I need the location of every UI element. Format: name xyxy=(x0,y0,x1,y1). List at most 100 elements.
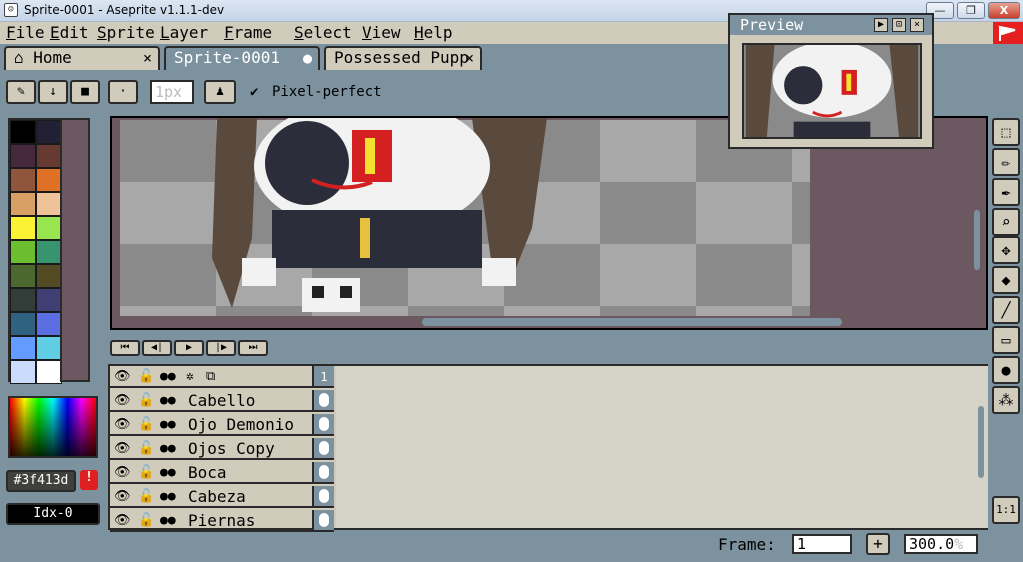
palette-swatch[interactable] xyxy=(10,144,36,168)
palette-swatch[interactable] xyxy=(36,120,62,144)
tab-possessed-puppet[interactable]: Possessed Pupp × xyxy=(324,46,482,70)
palette-scrollbar[interactable] xyxy=(60,118,90,382)
palette-swatch[interactable] xyxy=(10,192,36,216)
frame-input[interactable]: 1 xyxy=(792,534,852,554)
eye-icon[interactable]: 👁 xyxy=(114,392,131,410)
blur-icon[interactable]: ● xyxy=(992,356,1020,384)
paint-bucket-icon[interactable]: ◆ xyxy=(992,266,1020,294)
flag-icon[interactable] xyxy=(993,22,1023,44)
lock-icon[interactable]: 🔓 xyxy=(138,416,154,434)
eye-icon[interactable]: 👁 xyxy=(114,512,131,530)
cel[interactable] xyxy=(312,486,334,508)
palette-swatch[interactable] xyxy=(36,360,62,384)
warning-icon[interactable]: ! xyxy=(80,470,98,490)
continuous-icon[interactable]: ●● xyxy=(160,440,176,458)
frame-header[interactable]: 1 xyxy=(312,366,334,388)
timeline-scrollbar[interactable] xyxy=(978,406,984,478)
palette-swatch[interactable] xyxy=(10,216,36,240)
palette-swatch[interactable] xyxy=(10,240,36,264)
cel[interactable] xyxy=(312,462,334,484)
cel[interactable] xyxy=(312,438,334,460)
tab-home[interactable]: ⌂ Home × xyxy=(4,46,160,70)
zoom-icon[interactable]: ⌕ xyxy=(992,208,1020,236)
dot-brush-icon[interactable]: · xyxy=(108,80,138,104)
palette-swatch[interactable] xyxy=(10,288,36,312)
lock-icon[interactable]: 🔓 xyxy=(138,464,154,482)
visibility-header-icon[interactable]: 👁 xyxy=(114,368,131,386)
layer-row[interactable]: 👁 🔓 ●● Ojos Copy xyxy=(110,438,332,460)
menu-frame[interactable]: Frame xyxy=(224,22,272,44)
preview-zoom-icon[interactable]: ⊡ xyxy=(892,18,906,32)
tab-modified-icon[interactable]: ● xyxy=(303,48,312,68)
continuous-header-icon[interactable]: ●● xyxy=(160,368,176,386)
palette-swatch[interactable] xyxy=(10,120,36,144)
rectangle-icon[interactable]: ▭ xyxy=(992,326,1020,354)
menu-file[interactable]: File xyxy=(6,22,45,44)
cel[interactable] xyxy=(312,390,334,412)
maximize-button[interactable]: ❐ xyxy=(957,2,985,19)
cel[interactable] xyxy=(312,510,334,532)
horizontal-scrollbar[interactable] xyxy=(422,318,842,326)
brush-size-input[interactable]: 1px xyxy=(150,80,194,104)
eye-icon[interactable]: 👁 xyxy=(114,440,131,458)
menu-layer[interactable]: Layer xyxy=(160,22,208,44)
eyedropper-icon[interactable]: ✒ xyxy=(992,178,1020,206)
eye-icon[interactable]: 👁 xyxy=(114,416,131,434)
palette-swatch[interactable] xyxy=(36,264,62,288)
cel[interactable] xyxy=(312,414,334,436)
previous-frame-button[interactable]: ◀| xyxy=(142,340,172,356)
layer-row[interactable]: 👁 🔓 ●● Cabeza xyxy=(110,486,332,508)
close-button[interactable]: X xyxy=(988,2,1020,19)
menu-view[interactable]: View xyxy=(362,22,401,44)
palette-swatch[interactable] xyxy=(36,144,62,168)
palette-swatch[interactable] xyxy=(36,288,62,312)
move-icon[interactable]: ✥ xyxy=(992,236,1020,264)
menu-help[interactable]: Help xyxy=(414,22,453,44)
palette-swatch[interactable] xyxy=(10,312,36,336)
menu-edit[interactable]: Edit xyxy=(50,22,89,44)
palette-swatch[interactable] xyxy=(36,240,62,264)
frames-area[interactable] xyxy=(336,366,988,528)
preview-play-icon[interactable]: ▶ xyxy=(874,18,888,32)
palette-swatch[interactable] xyxy=(10,264,36,288)
layer-row[interactable]: 👁 🔓 ●● Piernas xyxy=(110,510,332,532)
eraser-icon[interactable]: ✎ xyxy=(6,80,36,104)
next-frame-button[interactable]: |▶ xyxy=(206,340,236,356)
palette-swatch[interactable] xyxy=(36,216,62,240)
lock-icon[interactable]: 🔓 xyxy=(138,440,154,458)
layer-row[interactable]: 👁 🔓 ●● Ojo Demonio xyxy=(110,414,332,436)
add-frame-button[interactable]: + xyxy=(866,533,890,555)
tab-sprite-0001[interactable]: Sprite-0001 ● xyxy=(164,46,320,70)
preview-window[interactable]: Preview ▶ ⊡ × xyxy=(728,13,934,149)
square-brush-icon[interactable]: ■ xyxy=(70,80,100,104)
layer-row[interactable]: 👁 🔓 ●● Cabello xyxy=(110,390,332,412)
continuous-icon[interactable]: ●● xyxy=(160,416,176,434)
continuous-icon[interactable]: ●● xyxy=(160,392,176,410)
palette-swatch[interactable] xyxy=(10,360,36,384)
download-icon[interactable]: ↓ xyxy=(38,80,68,104)
spray-icon[interactable]: ⁂ xyxy=(992,386,1020,414)
background-color-button[interactable]: Idx-0 xyxy=(6,503,100,525)
foreground-color-button[interactable]: #3f413d xyxy=(6,470,76,492)
eye-icon[interactable]: 👁 xyxy=(114,488,131,506)
continuous-icon[interactable]: ●● xyxy=(160,488,176,506)
ink-icon[interactable]: ♟ xyxy=(204,80,236,104)
lock-icon[interactable]: 🔓 xyxy=(138,488,154,506)
menu-select[interactable]: Select xyxy=(294,22,352,44)
layer-row[interactable]: 👁 🔓 ●● Boca xyxy=(110,462,332,484)
pixel-perfect-checkbox[interactable]: ✔ xyxy=(250,84,258,100)
vertical-scrollbar[interactable] xyxy=(974,210,980,270)
onion-skin-icon[interactable]: ⧉ xyxy=(206,368,215,386)
gear-icon[interactable]: ✲ xyxy=(186,368,194,386)
palette-swatch[interactable] xyxy=(36,168,62,192)
palette-swatch[interactable] xyxy=(10,336,36,360)
preview-close-icon[interactable]: × xyxy=(910,18,924,32)
line-icon[interactable]: ╱ xyxy=(992,296,1020,324)
first-frame-button[interactable]: ⏮ xyxy=(110,340,140,356)
tab-close-icon[interactable]: × xyxy=(143,48,152,68)
palette-swatch[interactable] xyxy=(10,168,36,192)
palette-swatch[interactable] xyxy=(36,312,62,336)
lock-header-icon[interactable]: 🔓 xyxy=(138,368,154,386)
continuous-icon[interactable]: ●● xyxy=(160,512,176,530)
tab-close-icon[interactable]: × xyxy=(465,48,474,68)
